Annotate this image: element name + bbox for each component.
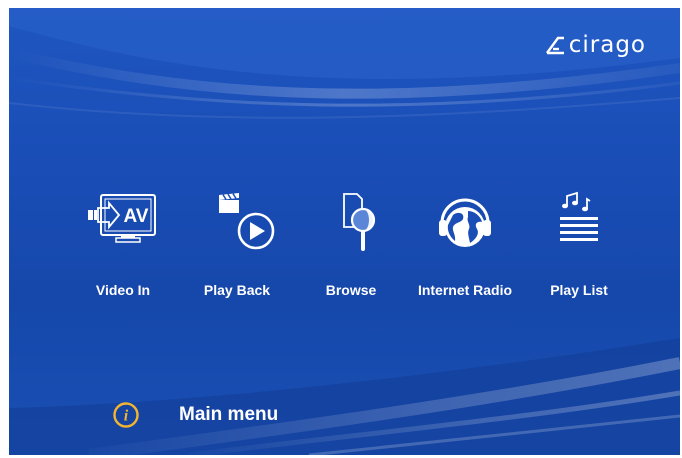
music-list-icon [560,191,598,241]
menu-item-label: Play List [550,282,608,298]
svg-text:AV: AV [124,206,149,227]
main-menu-screen: cirago AV Video In Play Back Browse Inte… [9,8,680,455]
menu-item-video-in[interactable]: AV Video In [67,191,179,306]
menu-item-label: Play Back [203,282,271,298]
main-menu: AV Video In Play Back Browse Internet Ra… [9,191,680,311]
cirago-logo-mark-icon [545,36,564,55]
menu-item-play-list[interactable]: Play List [523,191,635,306]
magnifier-file-icon [343,193,376,251]
clapper-play-icon [219,193,275,250]
page-title: Main menu [179,404,279,425]
brand-name: cirago [568,32,646,58]
globe-headphones-icon [439,198,491,247]
menu-item-browse[interactable]: Browse [295,191,407,306]
menu-item-internet-radio[interactable]: Internet Radio [409,191,521,306]
menu-item-play-back[interactable]: Play Back [181,191,293,306]
cirago-logo: cirago [544,32,646,58]
svg-text:i: i [124,408,129,425]
av-input-icon: AV [88,194,156,243]
menu-item-label: Internet Radio [417,282,513,298]
menu-item-label: Video In [95,282,151,298]
menu-item-label: Browse [325,282,377,298]
info-icon[interactable]: i [112,401,140,429]
